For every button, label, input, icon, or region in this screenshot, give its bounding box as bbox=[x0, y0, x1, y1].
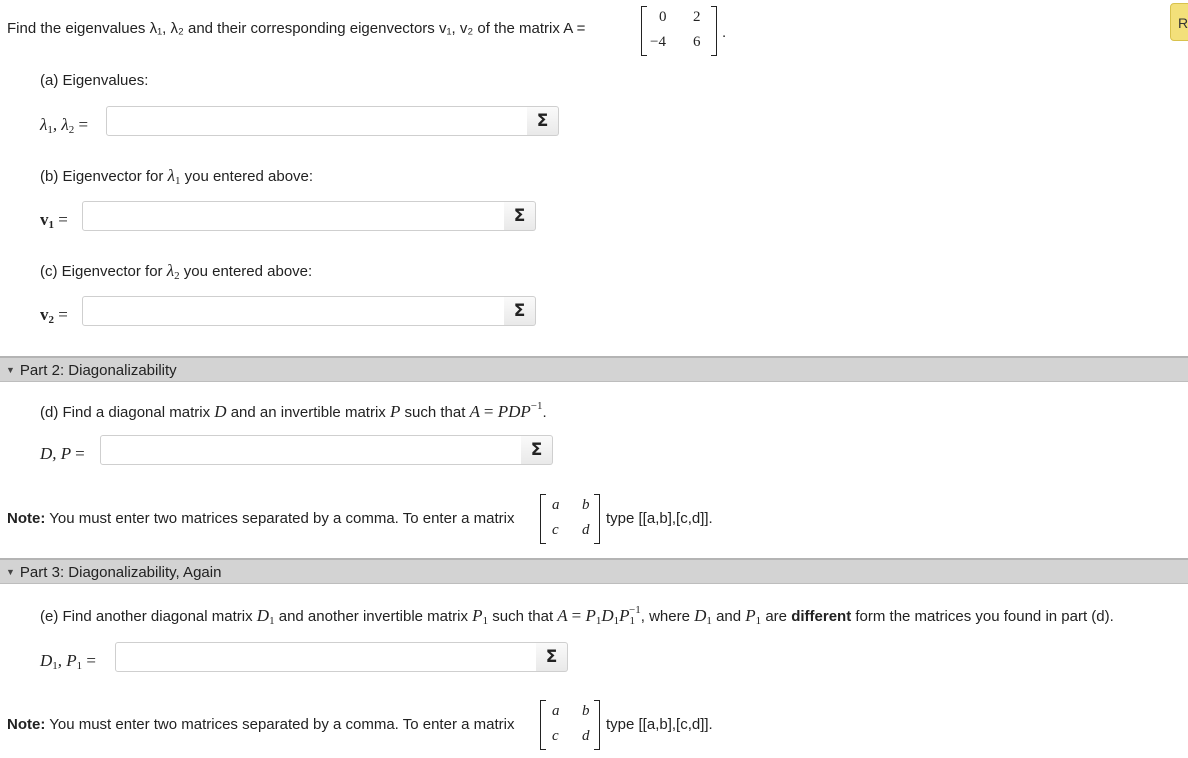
eigenvalues-equation-editor-button[interactable]: Σ bbox=[527, 106, 559, 136]
matrix-A-cell: −4 bbox=[650, 34, 666, 50]
diagonalization-input[interactable] bbox=[100, 435, 522, 465]
part3-note-type: type [[a,b],[c,d]]. bbox=[606, 716, 713, 733]
another-diagonalization-equation-editor-button[interactable]: Σ bbox=[536, 642, 568, 672]
collapse-triangle-icon: ▼ bbox=[6, 567, 15, 577]
v2-var-label: v2 = bbox=[40, 305, 68, 326]
DP-var-label: D, P = bbox=[40, 444, 85, 463]
matrix-period: . bbox=[722, 24, 727, 41]
matrix-A-cell: 2 bbox=[693, 9, 701, 25]
question-prompt: Find the eigenvalues λ₁, λ₂ and their co… bbox=[7, 20, 585, 37]
matrix-A-cell: 6 bbox=[693, 34, 701, 50]
eigenvector1-input[interactable] bbox=[82, 201, 505, 231]
diagonalization-equation-editor-button[interactable]: Σ bbox=[521, 435, 553, 465]
eigenvector2-label: (c) Eigenvector for λ2 you entered above… bbox=[40, 261, 313, 282]
part2-note-type: type [[a,b],[c,d]]. bbox=[606, 510, 713, 527]
diagonal-question: (d) Find a diagonal matrix D and an inve… bbox=[40, 400, 547, 421]
v1-var-label: v1 = bbox=[40, 210, 68, 231]
matrix-A-cell: 0 bbox=[659, 9, 667, 25]
matrix-A: 0 2 −4 6 bbox=[641, 6, 717, 56]
part2-section-header[interactable]: ▼ Part 2: Diagonalizability bbox=[0, 356, 1188, 382]
prompt-text: Find the eigenvalues λ₁, λ₂ and their co… bbox=[7, 20, 586, 37]
eigenvector1-equation-editor-button[interactable]: Σ bbox=[504, 201, 536, 231]
part3-section-header[interactable]: ▼ Part 3: Diagonalizability, Again bbox=[0, 558, 1188, 584]
another-diagonalization-input[interactable] bbox=[115, 642, 537, 672]
example-matrix: a b c d bbox=[540, 700, 600, 750]
example-matrix: a b c d bbox=[540, 494, 600, 544]
another-diagonal-question: (e) Find another diagonal matrix D1 and … bbox=[40, 604, 1114, 627]
eigenvector2-equation-editor-button[interactable]: Σ bbox=[504, 296, 536, 326]
lambda1-symbol: λ1 bbox=[167, 166, 181, 187]
eigenvector2-input[interactable] bbox=[82, 296, 505, 326]
side-button[interactable]: R bbox=[1170, 3, 1188, 41]
eigenvector1-label: (b) Eigenvector for λ1 you entered above… bbox=[40, 166, 314, 187]
eigenvalues-input[interactable] bbox=[106, 106, 528, 136]
D1P1-var-label: D1, P1 = bbox=[40, 651, 97, 672]
part3-note: Note: You must enter two matrices separa… bbox=[7, 716, 515, 733]
part2-note: Note: You must enter two matrices separa… bbox=[7, 510, 515, 527]
lambda2-symbol: λ2 bbox=[166, 261, 180, 282]
eigenvalues-var-label: λ1, λ2 = bbox=[40, 115, 89, 136]
eigenvalues-label: (a) Eigenvalues: bbox=[40, 72, 149, 89]
collapse-triangle-icon: ▼ bbox=[6, 365, 15, 375]
